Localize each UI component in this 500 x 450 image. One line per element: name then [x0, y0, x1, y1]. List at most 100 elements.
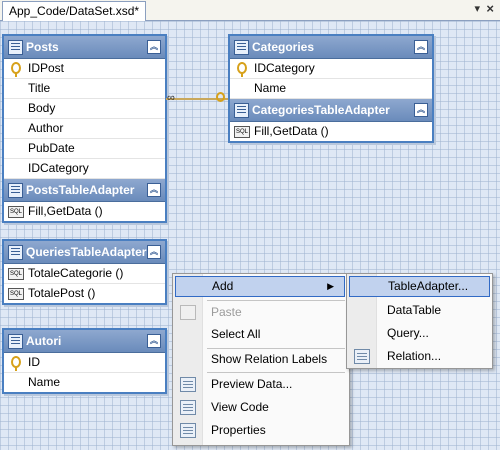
collapse-icon[interactable]: ︽	[147, 40, 161, 54]
add-submenu: TableAdapter... DataTable Query... Relat…	[346, 273, 493, 369]
menu-item-show-relation-labels[interactable]: Show Relation Labels	[175, 349, 345, 370]
collapse-icon[interactable]: ︽	[414, 40, 428, 54]
menu-item-label: Paste	[211, 305, 242, 319]
sql-icon: SQL	[8, 268, 24, 280]
queries-adapter-title: QueriesTableAdapter	[26, 245, 147, 259]
menu-item-label: Add	[212, 279, 234, 293]
column-row[interactable]: IDPost	[4, 59, 165, 79]
posts-table-title: Posts	[26, 40, 59, 54]
posts-adapter-title: PostsTableAdapter	[26, 183, 135, 197]
column-name: Name	[28, 375, 61, 389]
column-row[interactable]: IDCategory	[4, 159, 165, 179]
queries-adapter-header[interactable]: QueriesTableAdapter ︽	[4, 241, 165, 264]
key-icon	[11, 62, 21, 77]
menu-separator	[207, 372, 345, 373]
collapse-icon[interactable]: ︽	[414, 103, 428, 117]
categories-adapter-title: CategoriesTableAdapter	[252, 103, 390, 117]
sql-icon: SQL	[8, 288, 24, 300]
column-row[interactable]: Body	[4, 99, 165, 119]
column-name: Title	[28, 81, 51, 95]
queries-adapter[interactable]: QueriesTableAdapter ︽ SQL TotaleCategorie…	[2, 239, 167, 305]
collapse-icon[interactable]: ︽	[147, 245, 161, 259]
menu-item-label: Query...	[387, 326, 429, 340]
categories-adapter-header[interactable]: CategoriesTableAdapter ︽	[230, 99, 432, 122]
menu-item-preview-data[interactable]: Preview Data...	[175, 374, 345, 395]
method-row[interactable]: SQL Fill,GetData ()	[230, 122, 432, 141]
sql-icon: SQL	[234, 126, 250, 138]
menu-item-properties[interactable]: Properties	[175, 420, 345, 441]
column-name: Name	[254, 81, 287, 95]
posts-adapter-header[interactable]: PostsTableAdapter ︽	[4, 179, 165, 202]
column-row[interactable]: IDCategory	[230, 59, 432, 79]
collapse-icon[interactable]: ︽	[147, 183, 161, 197]
collapse-icon[interactable]: ︽	[147, 334, 161, 348]
menu-item-label: Preview Data...	[211, 377, 293, 391]
menu-item-label: View Code	[211, 400, 269, 414]
column-name: IDCategory	[254, 61, 315, 75]
table-icon	[8, 334, 23, 349]
categories-table-title: Categories	[252, 40, 315, 54]
method-row[interactable]: SQL Fill,GetData ()	[4, 202, 165, 221]
view-code-icon	[180, 400, 196, 415]
autori-table[interactable]: Autori ︽ ID Name	[2, 328, 167, 394]
key-icon	[216, 92, 225, 102]
autori-table-header[interactable]: Autori ︽	[4, 330, 165, 353]
method-name: TotalePost ()	[28, 286, 96, 300]
posts-table[interactable]: Posts ︽ IDPost Title Body Author PubDate…	[2, 34, 167, 223]
method-name: TotaleCategorie ()	[28, 266, 124, 280]
document-tab-strip: App_Code/DataSet.xsd* ▾ ×	[0, 0, 500, 21]
column-row[interactable]: Author	[4, 119, 165, 139]
method-name: Fill,GetData ()	[28, 204, 103, 218]
table-adapter-icon	[8, 183, 23, 198]
menu-item-label: TableAdapter...	[388, 279, 469, 293]
categories-table[interactable]: Categories ︽ IDCategory Name CategoriesT…	[228, 34, 434, 143]
posts-table-header[interactable]: Posts ︽	[4, 36, 165, 59]
properties-icon	[180, 423, 196, 438]
column-row[interactable]: Title	[4, 79, 165, 99]
close-icon[interactable]: ×	[486, 1, 494, 16]
infinity-icon: ∞	[167, 92, 175, 104]
column-name: Body	[28, 101, 56, 115]
submenu-arrow-icon: ▶	[327, 281, 334, 291]
menu-item-paste[interactable]: Paste	[175, 302, 345, 323]
column-name: PubDate	[28, 141, 75, 155]
key-icon	[11, 356, 21, 371]
table-adapter-icon	[8, 245, 23, 260]
tab-dataset-xsd[interactable]: App_Code/DataSet.xsd*	[2, 1, 147, 21]
column-row[interactable]: Name	[230, 79, 432, 99]
column-row[interactable]: PubDate	[4, 139, 165, 159]
categories-table-header[interactable]: Categories ︽	[230, 36, 432, 59]
submenu-item-tableadapter[interactable]: TableAdapter...	[349, 276, 490, 297]
relation-icon	[354, 349, 370, 364]
key-icon	[237, 62, 247, 77]
menu-item-select-all[interactable]: Select All	[175, 324, 345, 345]
menu-separator	[207, 300, 345, 301]
submenu-item-datatable[interactable]: DataTable	[349, 300, 490, 321]
tab-title: App_Code/DataSet.xsd*	[9, 4, 140, 18]
table-adapter-icon	[234, 103, 249, 118]
submenu-item-query[interactable]: Query...	[349, 323, 490, 344]
paste-icon	[180, 305, 196, 320]
column-name: Author	[28, 121, 64, 135]
menu-item-label: Properties	[211, 423, 266, 437]
autori-table-title: Autori	[26, 334, 62, 348]
method-name: Fill,GetData ()	[254, 124, 329, 138]
menu-item-label: Show Relation Labels	[211, 352, 328, 366]
table-icon	[8, 40, 23, 55]
chevron-down-icon[interactable]: ▾	[474, 2, 480, 15]
method-row[interactable]: SQL TotalePost ()	[4, 284, 165, 303]
column-row[interactable]: ID	[4, 353, 165, 373]
menu-item-label: DataTable	[387, 303, 442, 317]
column-name: IDPost	[28, 61, 65, 75]
menu-item-view-code[interactable]: View Code	[175, 397, 345, 418]
column-name: IDCategory	[28, 161, 89, 175]
preview-data-icon	[180, 377, 196, 392]
context-menu: Add ▶ Paste Select All Show Relation Lab…	[172, 273, 350, 446]
menu-item-add[interactable]: Add ▶	[175, 276, 345, 297]
column-name: ID	[28, 355, 40, 369]
sql-icon: SQL	[8, 206, 24, 218]
menu-item-label: Select All	[211, 327, 261, 341]
method-row[interactable]: SQL TotaleCategorie ()	[4, 264, 165, 284]
column-row[interactable]: Name	[4, 373, 165, 392]
submenu-item-relation[interactable]: Relation...	[349, 346, 490, 367]
